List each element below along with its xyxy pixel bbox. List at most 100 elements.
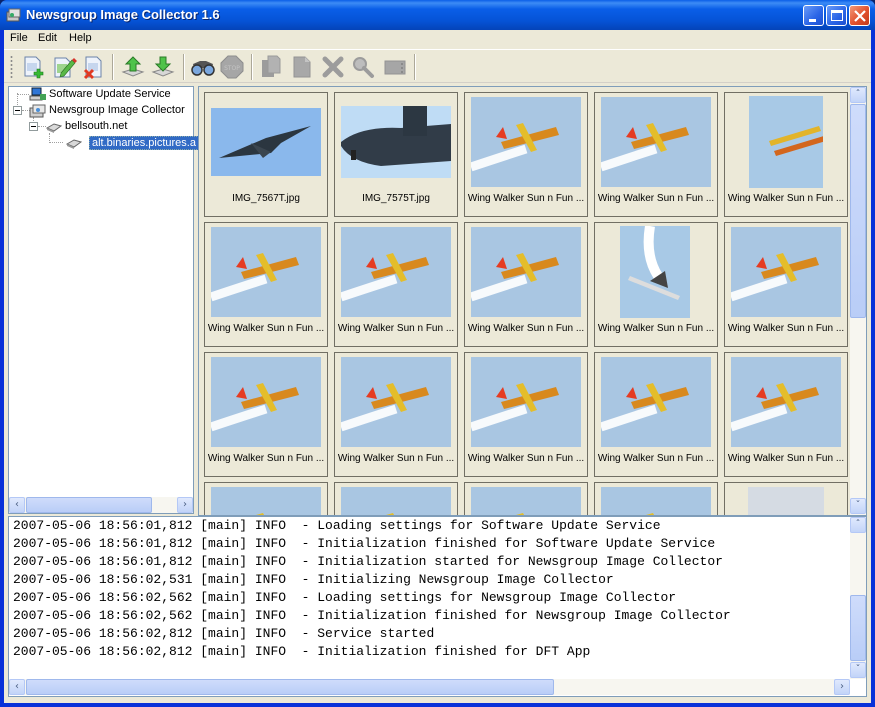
thumbnail-image bbox=[601, 357, 711, 447]
thumbnail-item[interactable]: Wing Walker Sun n Fun ... bbox=[594, 92, 718, 217]
log-vertical-scrollbar[interactable]: ˆ ˇ bbox=[850, 517, 866, 679]
view-button[interactable] bbox=[350, 54, 376, 80]
scroll-thumb[interactable] bbox=[850, 104, 866, 318]
find-button[interactable] bbox=[190, 54, 216, 80]
thumbnail-item[interactable]: Wing Walker Sun n Fun ... bbox=[594, 352, 718, 477]
toolbar-separator bbox=[112, 54, 114, 80]
thumbnail-grid: IMG_7567T.jpg IMG_7575T.jpg Wing Walker Su… bbox=[198, 86, 867, 516]
stop-button[interactable]: STOP bbox=[219, 54, 245, 80]
scroll-down-button[interactable]: ˇ bbox=[850, 498, 866, 514]
computer-network-icon bbox=[29, 87, 46, 101]
scroll-up-button[interactable]: ˆ bbox=[850, 517, 866, 533]
server-icon bbox=[45, 123, 63, 133]
upload-button[interactable] bbox=[120, 54, 146, 80]
log-panel[interactable]: 2007-05-06 18:56:01,812 [main] INFO - Lo… bbox=[8, 516, 867, 697]
thumbnail-item[interactable]: Wing Walker Sun n Fun ... bbox=[724, 222, 848, 347]
scroll-left-button[interactable]: ‹ bbox=[9, 679, 25, 695]
thumbnail-item[interactable]: Wing Walker Sun n Fun ... bbox=[464, 222, 588, 347]
thumbnail-caption: Wing Walker Sun n Fun ... bbox=[337, 323, 455, 334]
paste-icon bbox=[293, 56, 311, 78]
scroll-right-button[interactable]: › bbox=[834, 679, 850, 695]
thumbnail-item[interactable] bbox=[594, 482, 718, 515]
thumbnail-item[interactable] bbox=[724, 482, 848, 515]
grid-vertical-scrollbar[interactable]: ˆ ˇ bbox=[850, 87, 866, 515]
thumbnail-item[interactable]: Wing Walker Sun n Fun ... bbox=[204, 222, 328, 347]
thumbnail-caption: Wing Walker Sun n Fun ... bbox=[727, 453, 845, 464]
download-button[interactable] bbox=[150, 54, 176, 80]
thumbnail-item[interactable]: IMG_7567T.jpg bbox=[204, 92, 328, 217]
tree-item-newsgroup-collector[interactable]: Newsgroup Image Collector bbox=[9, 103, 193, 119]
app-icon bbox=[6, 8, 21, 22]
edit-button[interactable] bbox=[51, 54, 77, 80]
thumbnail-item[interactable]: Wing Walker Sun n Fun ... bbox=[334, 352, 458, 477]
title-bar[interactable]: Newsgroup Image Collector 1.6 bbox=[0, 0, 875, 30]
scroll-left-button[interactable]: ‹ bbox=[9, 497, 25, 513]
thumbnail-item[interactable]: Wing Walker Sun n Fun ... bbox=[204, 352, 328, 477]
thumbnail-image bbox=[749, 96, 823, 188]
menu-file[interactable]: File bbox=[10, 32, 28, 44]
remove-button[interactable] bbox=[320, 54, 346, 80]
thumbnail-item[interactable]: Wing Walker Sun n Fun ... bbox=[594, 222, 718, 347]
tree-horizontal-scrollbar[interactable]: ‹ › bbox=[9, 497, 193, 513]
thumbnail-caption: Wing Walker Sun n Fun ... bbox=[467, 323, 585, 334]
thumbnail-item[interactable]: Wing Walker Sun n Fun ... bbox=[464, 352, 588, 477]
maximize-button[interactable] bbox=[826, 5, 847, 26]
scroll-thumb[interactable] bbox=[850, 595, 866, 661]
client-area: File Edit Help STOP Software Update Serv… bbox=[4, 30, 871, 703]
log-horizontal-scrollbar[interactable]: ‹ › bbox=[9, 679, 850, 695]
thumbnail-image bbox=[620, 226, 692, 318]
log-line: 2007-05-06 18:56:02,562 [main] INFO - In… bbox=[13, 608, 731, 623]
log-line: 2007-05-06 18:56:02,812 [main] INFO - Se… bbox=[13, 626, 435, 641]
tree-item-label: Newsgroup Image Collector bbox=[49, 104, 185, 116]
toolbar-separator bbox=[183, 54, 185, 80]
scroll-thumb[interactable] bbox=[26, 679, 554, 695]
tree-item-software-update[interactable]: Software Update Service bbox=[9, 87, 193, 103]
thumbnail-item[interactable] bbox=[334, 482, 458, 515]
binoculars-icon bbox=[191, 61, 215, 76]
minimize-icon bbox=[809, 19, 816, 22]
log-line: 2007-05-06 18:56:01,812 [main] INFO - In… bbox=[13, 536, 716, 551]
window-button[interactable] bbox=[382, 54, 408, 80]
collapse-icon[interactable] bbox=[29, 122, 38, 131]
scroll-right-button[interactable]: › bbox=[177, 497, 193, 513]
scroll-thumb[interactable] bbox=[26, 497, 152, 513]
edit-icon bbox=[54, 57, 77, 78]
tree-item-alt-binaries[interactable]: alt.binaries.pictures.a bbox=[9, 135, 199, 151]
copy-button[interactable] bbox=[258, 54, 284, 80]
thumbnail-image bbox=[731, 357, 841, 447]
thumbnail-item[interactable]: Wing Walker Sun n Fun ... bbox=[724, 352, 848, 477]
menu-edit[interactable]: Edit bbox=[38, 32, 57, 44]
close-icon bbox=[854, 10, 866, 22]
minimize-button[interactable] bbox=[803, 5, 824, 26]
thumbnail-item[interactable] bbox=[464, 482, 588, 515]
menu-help[interactable]: Help bbox=[69, 32, 92, 44]
delete-icon bbox=[83, 56, 102, 80]
new-button[interactable] bbox=[20, 54, 46, 80]
thumbnail-caption: IMG_7567T.jpg bbox=[232, 193, 300, 204]
thumbnail-image bbox=[731, 227, 841, 317]
new-icon bbox=[24, 56, 44, 79]
collapse-icon[interactable] bbox=[13, 106, 22, 115]
service-tree[interactable]: Software Update Service Newsgroup Image … bbox=[8, 86, 199, 514]
thumbnail-image bbox=[471, 97, 581, 187]
toolbar-grip[interactable] bbox=[10, 55, 13, 79]
maximize-icon bbox=[831, 10, 843, 21]
thumbnail-item[interactable] bbox=[204, 482, 328, 515]
thumbnail-item[interactable]: Wing Walker Sun n Fun ... bbox=[334, 222, 458, 347]
thumbnail-item[interactable]: Wing Walker Sun n Fun ... bbox=[724, 92, 848, 217]
thumbnail-image bbox=[341, 487, 451, 515]
close-button[interactable] bbox=[849, 5, 870, 26]
thumbnail-image bbox=[341, 357, 451, 447]
tree-item-bellsouth[interactable]: bellsouth.net bbox=[9, 119, 193, 135]
delete-button[interactable] bbox=[80, 54, 106, 80]
toolbar: STOP bbox=[4, 49, 871, 83]
thumbnail-item[interactable]: Wing Walker Sun n Fun ... bbox=[464, 92, 588, 217]
thumbnail-image bbox=[211, 487, 321, 515]
thumbnail-image bbox=[601, 487, 711, 515]
thumbnail-image bbox=[601, 97, 711, 187]
paste-button[interactable] bbox=[289, 54, 315, 80]
thumbnail-item[interactable]: IMG_7575T.jpg bbox=[334, 92, 458, 217]
thumbnail-caption: Wing Walker Sun n Fun ... bbox=[597, 323, 715, 334]
scroll-up-button[interactable]: ˆ bbox=[850, 87, 866, 103]
scroll-down-button[interactable]: ˇ bbox=[850, 662, 866, 678]
